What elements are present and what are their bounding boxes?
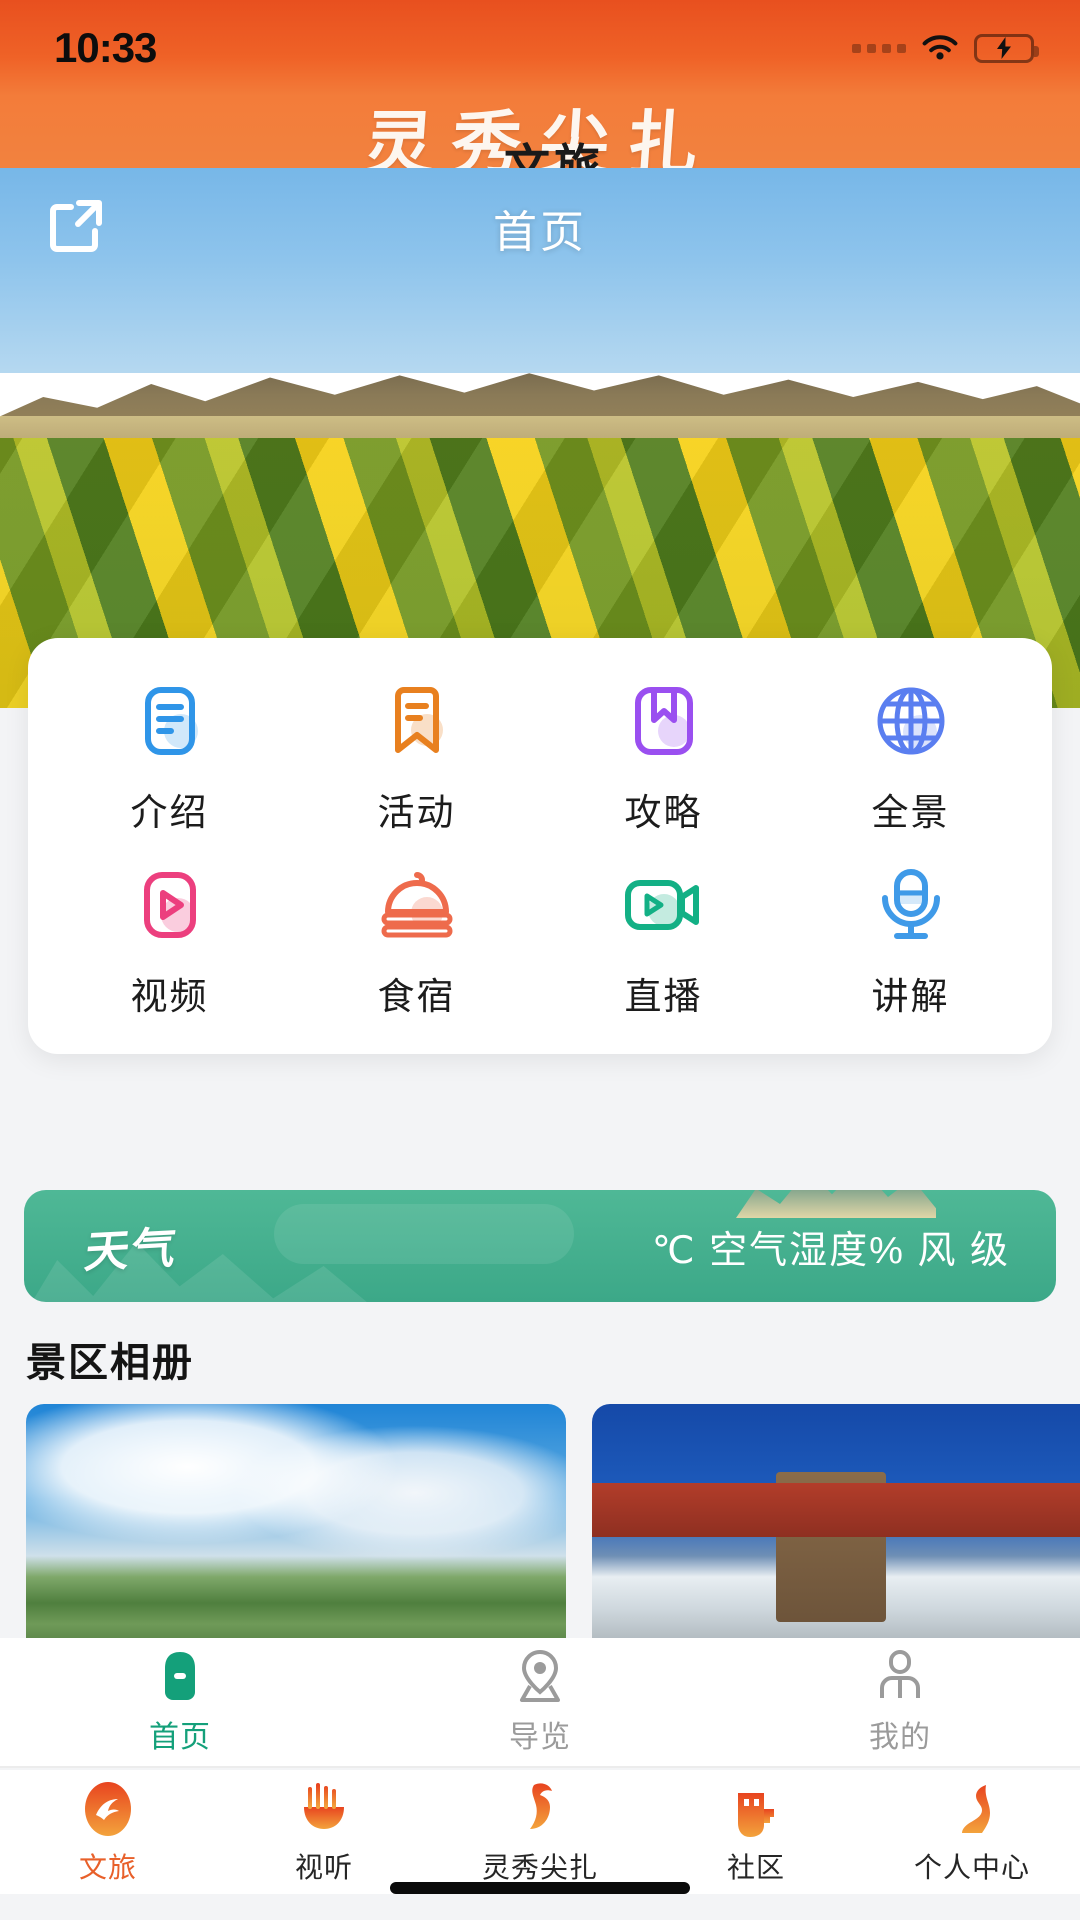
tab-navigation[interactable]: 导览 bbox=[360, 1648, 720, 1756]
menu-item-dining-lodging[interactable]: 食宿 bbox=[293, 862, 540, 1020]
bookmark-lines-icon bbox=[374, 678, 460, 764]
globe-icon bbox=[868, 678, 954, 764]
tab-label: 文旅 bbox=[78, 1853, 137, 1884]
quick-menu-row: 介绍 活动 攻略 全景 bbox=[46, 678, 1034, 836]
menu-item-label: 食宿 bbox=[377, 976, 456, 1017]
tab-lingxiu-jianzha[interactable]: 灵秀尖扎 bbox=[432, 1778, 648, 1886]
video-play-icon bbox=[127, 862, 213, 948]
tab-profile[interactable]: 我的 bbox=[720, 1648, 1080, 1756]
tab-label: 灵秀尖扎 bbox=[481, 1853, 598, 1884]
album-list[interactable] bbox=[26, 1404, 1080, 1666]
home-icon bbox=[152, 1648, 208, 1704]
home-indicator bbox=[390, 1882, 690, 1894]
app-logo-subtext: 文旅 bbox=[504, 141, 604, 168]
signal-dots-icon bbox=[852, 43, 906, 53]
user-icon bbox=[872, 1648, 928, 1704]
tab-culture-tourism[interactable]: 文旅 bbox=[0, 1778, 216, 1886]
hero-banner: 首页 bbox=[0, 168, 1080, 708]
lake-sky-photo[interactable] bbox=[26, 1404, 566, 1666]
weather-bar[interactable]: 天气 ℃ 空气湿度% 风 级 bbox=[24, 1190, 1056, 1302]
lingxiu-jianzha-icon bbox=[510, 1778, 570, 1840]
menu-item-label: 介绍 bbox=[130, 792, 209, 833]
quick-menu-row: 视频 食宿 直播 讲解 bbox=[46, 862, 1034, 1020]
menu-item-livestream[interactable]: 直播 bbox=[540, 862, 787, 1020]
status-bar: 10:33 bbox=[0, 0, 1080, 96]
tab-community[interactable]: 社区 bbox=[648, 1778, 864, 1886]
tab-audio-visual[interactable]: 视听 bbox=[216, 1778, 432, 1886]
app-screen: 10:33 灵秀尖扎 文旅 首页 介绍 活动 攻略 全景 视频 食宿 直播 讲解… bbox=[0, 0, 1080, 1920]
menu-item-guide[interactable]: 攻略 bbox=[540, 678, 787, 836]
menu-item-activity[interactable]: 活动 bbox=[293, 678, 540, 836]
menu-item-panorama[interactable]: 全景 bbox=[787, 678, 1034, 836]
community-icon bbox=[726, 1778, 786, 1840]
app-header: 灵秀尖扎 文旅 bbox=[0, 96, 1080, 168]
document-lines-icon bbox=[127, 678, 213, 764]
microphone-icon bbox=[868, 862, 954, 948]
tab-label: 导览 bbox=[509, 1721, 571, 1754]
culture-tourism-icon bbox=[78, 1778, 138, 1840]
menu-item-video[interactable]: 视频 bbox=[46, 862, 293, 1020]
menu-item-label: 讲解 bbox=[871, 976, 950, 1017]
menu-item-label: 攻略 bbox=[624, 792, 703, 833]
tab-label: 我的 bbox=[869, 1721, 931, 1754]
weather-cloud-decoration bbox=[274, 1204, 574, 1264]
menu-item-introduction[interactable]: 介绍 bbox=[46, 678, 293, 836]
wifi-icon bbox=[920, 33, 960, 63]
page-title: 首页 bbox=[493, 208, 587, 257]
battery-charging-icon bbox=[974, 33, 1039, 63]
album-section-title: 景区相册 bbox=[26, 1341, 194, 1385]
map-pin-icon bbox=[512, 1648, 568, 1704]
menu-item-narration[interactable]: 讲解 bbox=[787, 862, 1034, 1020]
status-clock: 10:33 bbox=[54, 24, 157, 71]
menu-item-label: 活动 bbox=[377, 792, 456, 833]
village-gate-photo[interactable] bbox=[592, 1404, 1080, 1666]
quick-menu-card: 介绍 活动 攻略 全景 视频 食宿 直播 讲解 bbox=[28, 638, 1052, 1054]
secondary-tab-bar: 首页 导览 我的 bbox=[0, 1638, 1080, 1768]
main-tab-bar: 文旅 视听 灵秀尖扎 社区 个人中心 bbox=[0, 1770, 1080, 1894]
tab-home[interactable]: 首页 bbox=[0, 1648, 360, 1756]
weather-label: 天气 bbox=[82, 1223, 181, 1278]
book-bookmark-icon bbox=[621, 678, 707, 764]
tab-label: 个人中心 bbox=[913, 1853, 1030, 1884]
menu-item-label: 全景 bbox=[871, 792, 950, 833]
personal-center-icon bbox=[942, 1778, 1002, 1840]
status-indicators bbox=[852, 33, 1039, 63]
camcorder-icon bbox=[621, 862, 707, 948]
menu-item-label: 视频 bbox=[130, 976, 209, 1017]
tab-label: 视听 bbox=[294, 1853, 353, 1884]
weather-values: ℃ 空气湿度% 风 级 bbox=[651, 1229, 1010, 1272]
app-logo: 灵秀尖扎 文旅 bbox=[330, 96, 750, 169]
weather-peak-decoration bbox=[736, 1190, 936, 1218]
tab-personal-center[interactable]: 个人中心 bbox=[864, 1778, 1080, 1886]
tab-label: 社区 bbox=[726, 1853, 785, 1884]
tab-label: 首页 bbox=[149, 1721, 211, 1754]
food-dome-icon bbox=[374, 862, 460, 948]
menu-item-label: 直播 bbox=[624, 976, 703, 1017]
audio-visual-icon bbox=[294, 1778, 354, 1840]
